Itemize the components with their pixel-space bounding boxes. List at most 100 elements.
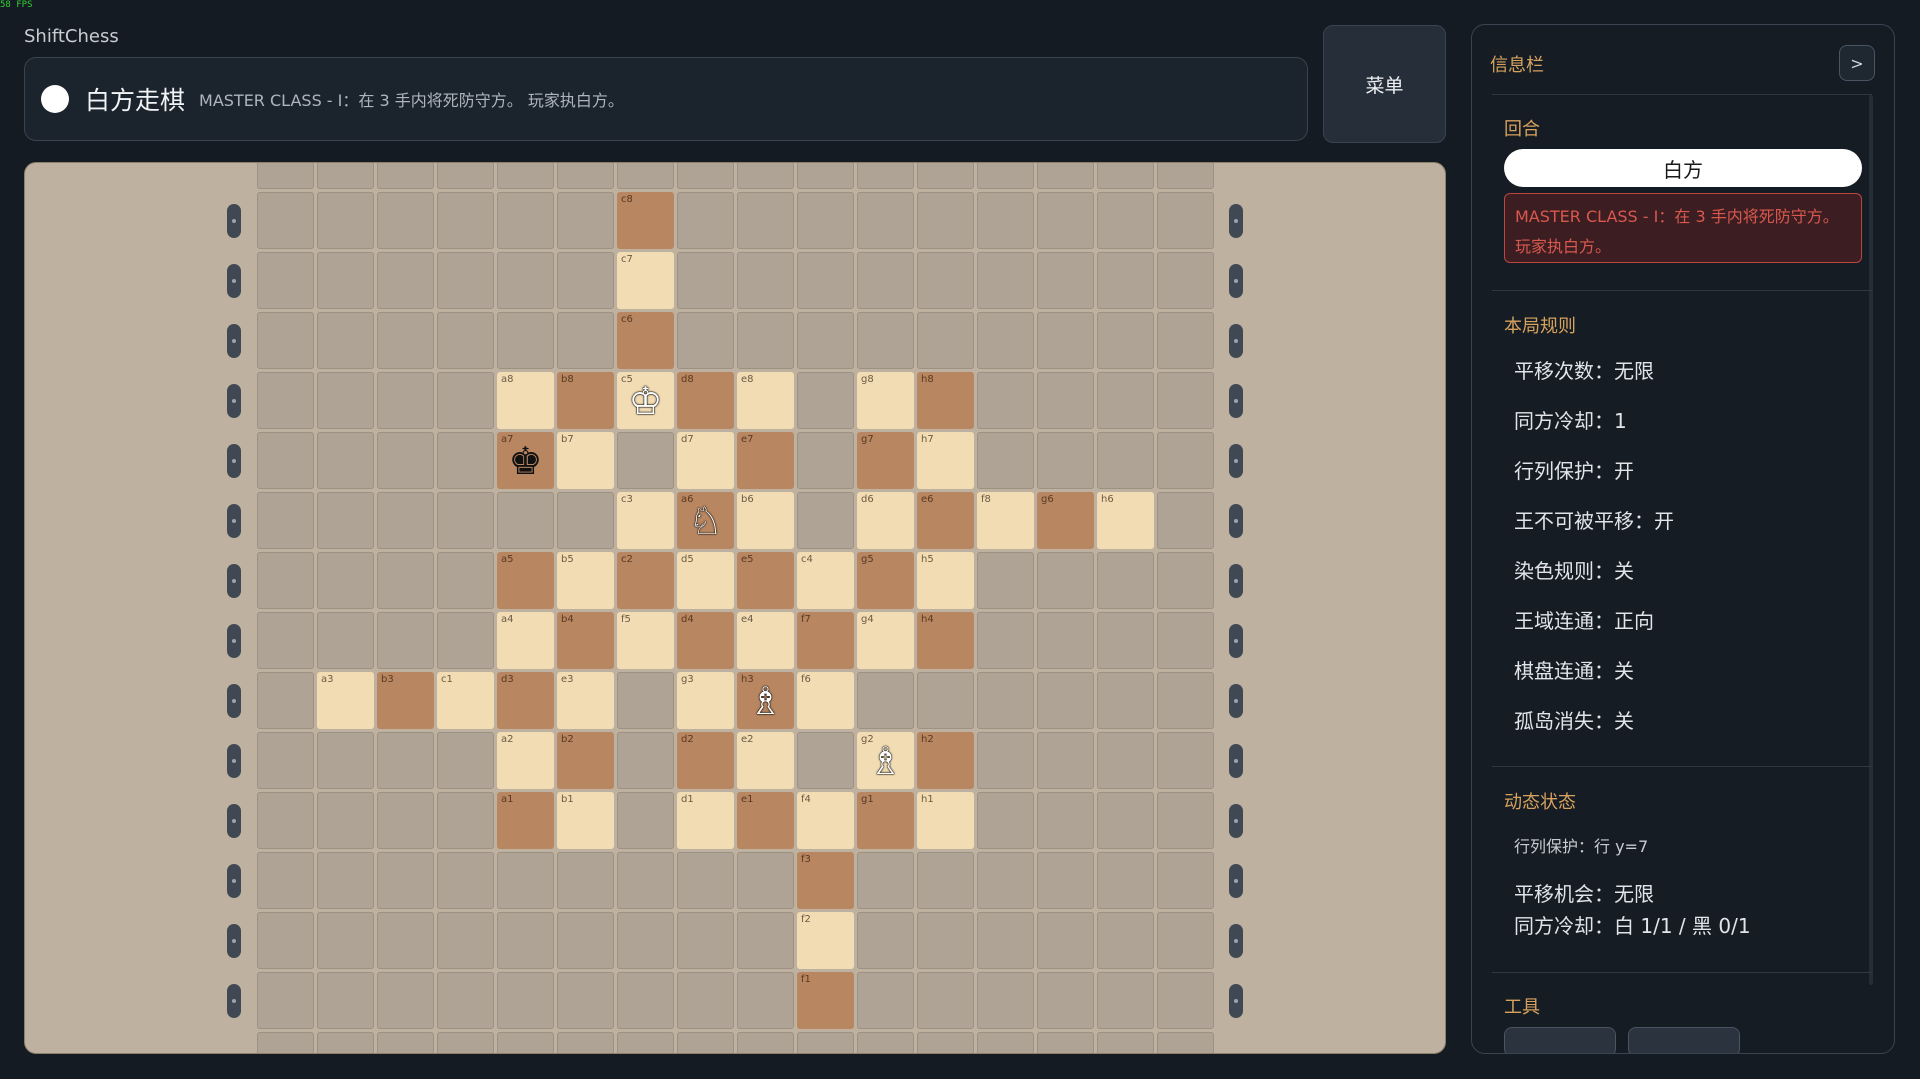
- board-square[interactable]: b4: [557, 612, 614, 669]
- board-square[interactable]: d1: [677, 792, 734, 849]
- board-square[interactable]: h5: [917, 552, 974, 609]
- row-shift-handle-left[interactable]: [227, 684, 241, 718]
- tool-button[interactable]: [1628, 1027, 1740, 1053]
- board-square[interactable]: a1: [497, 792, 554, 849]
- board-square[interactable]: f2: [797, 912, 854, 969]
- row-shift-handle-right[interactable]: [1229, 444, 1243, 478]
- board-square[interactable]: h8: [917, 372, 974, 429]
- row-shift-handle-right[interactable]: [1229, 504, 1243, 538]
- row-shift-handle-left[interactable]: [227, 744, 241, 778]
- board-square[interactable]: a5: [497, 552, 554, 609]
- board-square[interactable]: f5: [617, 612, 674, 669]
- row-shift-handle-right[interactable]: [1229, 984, 1243, 1018]
- board-square[interactable]: h3 ♗: [737, 672, 794, 729]
- row-shift-handle-left[interactable]: [227, 444, 241, 478]
- menu-button[interactable]: 菜单: [1323, 25, 1446, 143]
- row-shift-handle-left[interactable]: [227, 924, 241, 958]
- white-bishop-piece[interactable]: ♗: [737, 672, 794, 729]
- board-square[interactable]: a8: [497, 372, 554, 429]
- board-square[interactable]: b5: [557, 552, 614, 609]
- board-square[interactable]: c2: [617, 552, 674, 609]
- board-square[interactable]: h1: [917, 792, 974, 849]
- board-square[interactable]: g3: [677, 672, 734, 729]
- board-square[interactable]: d7: [677, 432, 734, 489]
- board-square[interactable]: d4: [677, 612, 734, 669]
- row-shift-handle-right[interactable]: [1229, 864, 1243, 898]
- board-square[interactable]: e1: [737, 792, 794, 849]
- row-shift-handle-left[interactable]: [227, 324, 241, 358]
- board-square[interactable]: a4: [497, 612, 554, 669]
- board-square[interactable]: h7: [917, 432, 974, 489]
- row-shift-handle-right[interactable]: [1229, 804, 1243, 838]
- board-square[interactable]: d3: [497, 672, 554, 729]
- row-shift-handle-left[interactable]: [227, 804, 241, 838]
- board-square[interactable]: a6 ♘: [677, 492, 734, 549]
- row-shift-handle-left[interactable]: [227, 624, 241, 658]
- board-square[interactable]: c7: [617, 252, 674, 309]
- board-square[interactable]: g4: [857, 612, 914, 669]
- sidebar-collapse-button[interactable]: >: [1839, 45, 1875, 81]
- sidebar-scrollbar[interactable]: [1869, 95, 1873, 985]
- board-square[interactable]: c6: [617, 312, 674, 369]
- board-square[interactable]: e3: [557, 672, 614, 729]
- board-square[interactable]: f6: [797, 672, 854, 729]
- board-square[interactable]: b2: [557, 732, 614, 789]
- row-shift-handle-right[interactable]: [1229, 204, 1243, 238]
- board-square[interactable]: a7 ♚: [497, 432, 554, 489]
- board-square[interactable]: c1: [437, 672, 494, 729]
- row-shift-handle-right[interactable]: [1229, 564, 1243, 598]
- board-square[interactable]: b7: [557, 432, 614, 489]
- row-shift-handle-left[interactable]: [227, 864, 241, 898]
- row-shift-handle-left[interactable]: [227, 204, 241, 238]
- board-square[interactable]: h6: [1097, 492, 1154, 549]
- black-king-piece[interactable]: ♚: [497, 432, 554, 489]
- board-square[interactable]: d2: [677, 732, 734, 789]
- board-square[interactable]: e6: [917, 492, 974, 549]
- board-square[interactable]: g2 ♗: [857, 732, 914, 789]
- white-knight-piece[interactable]: ♘: [677, 492, 734, 549]
- board-square[interactable]: e4: [737, 612, 794, 669]
- board-square[interactable]: b6: [737, 492, 794, 549]
- board-square[interactable]: g7: [857, 432, 914, 489]
- board-square[interactable]: d8: [677, 372, 734, 429]
- row-shift-handle-right[interactable]: [1229, 324, 1243, 358]
- board-square[interactable]: e5: [737, 552, 794, 609]
- row-shift-handle-left[interactable]: [227, 504, 241, 538]
- board-square[interactable]: h4: [917, 612, 974, 669]
- row-shift-handle-right[interactable]: [1229, 624, 1243, 658]
- board-square[interactable]: c5 ♔: [617, 372, 674, 429]
- board-square[interactable]: b1: [557, 792, 614, 849]
- board-square[interactable]: g1: [857, 792, 914, 849]
- board-square[interactable]: f8: [977, 492, 1034, 549]
- board-square[interactable]: c4: [797, 552, 854, 609]
- board-square[interactable]: b3: [377, 672, 434, 729]
- tool-button[interactable]: [1504, 1027, 1616, 1053]
- game-board[interactable]: c8 c7 c6 a8 b8 c5 ♔ d8 e8 g8 h8 a7 ♚ b7 d7 e7 g7 h7 c3 a6 ♘ b…: [24, 162, 1446, 1054]
- board-square[interactable]: f1: [797, 972, 854, 1029]
- board-square[interactable]: a3: [317, 672, 374, 729]
- board-square[interactable]: a2: [497, 732, 554, 789]
- white-king-piece[interactable]: ♔: [617, 372, 674, 429]
- row-shift-handle-right[interactable]: [1229, 924, 1243, 958]
- row-shift-handle-left[interactable]: [227, 264, 241, 298]
- board-square[interactable]: g5: [857, 552, 914, 609]
- white-bishop-piece[interactable]: ♗: [857, 732, 914, 789]
- row-shift-handle-right[interactable]: [1229, 744, 1243, 778]
- board-square[interactable]: c8: [617, 192, 674, 249]
- board-square[interactable]: f3: [797, 852, 854, 909]
- row-shift-handle-right[interactable]: [1229, 684, 1243, 718]
- board-square[interactable]: d6: [857, 492, 914, 549]
- board-square[interactable]: h2: [917, 732, 974, 789]
- row-shift-handle-right[interactable]: [1229, 384, 1243, 418]
- board-square[interactable]: f7: [797, 612, 854, 669]
- row-shift-handle-left[interactable]: [227, 384, 241, 418]
- board-square[interactable]: g6: [1037, 492, 1094, 549]
- board-square[interactable]: d5: [677, 552, 734, 609]
- board-square[interactable]: e2: [737, 732, 794, 789]
- board-square[interactable]: c3: [617, 492, 674, 549]
- row-shift-handle-left[interactable]: [227, 564, 241, 598]
- board-square[interactable]: b8: [557, 372, 614, 429]
- row-shift-handle-right[interactable]: [1229, 264, 1243, 298]
- board-square[interactable]: e8: [737, 372, 794, 429]
- board-square[interactable]: g8: [857, 372, 914, 429]
